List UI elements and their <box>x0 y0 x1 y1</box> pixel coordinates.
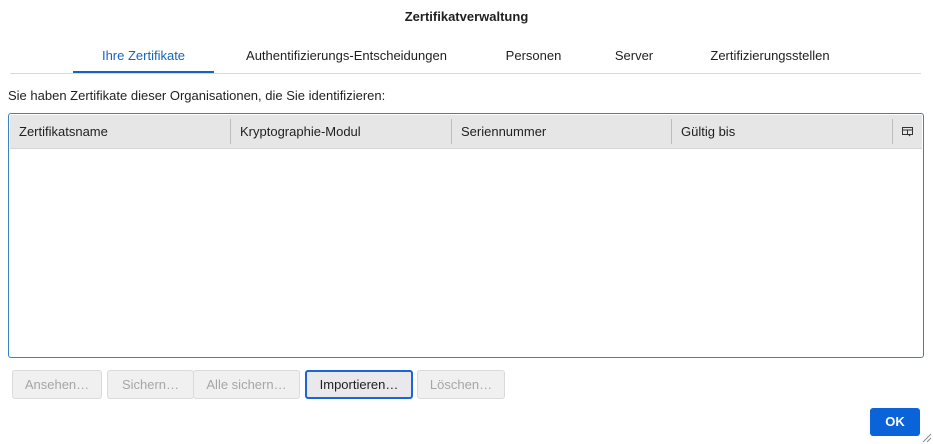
column-header-gueltig-bis[interactable]: Gültig bis <box>672 115 892 148</box>
backup-all-button[interactable]: Alle sichern… <box>193 370 300 399</box>
ok-button[interactable]: OK <box>870 408 920 436</box>
import-button[interactable]: Importieren… <box>305 370 413 399</box>
column-picker-icon[interactable] <box>892 115 922 148</box>
table-body[interactable] <box>10 149 922 356</box>
view-button[interactable]: Ansehen… <box>12 370 102 399</box>
tab-bar: Ihre Zertifikate Authentifizierungs-Ents… <box>10 38 921 74</box>
column-header-kryptographie-modul[interactable]: Kryptographie-Modul <box>231 115 451 148</box>
certificate-tree[interactable]: Zertifikatsname Kryptographie-Modul Seri… <box>8 113 924 358</box>
tab-server[interactable]: Server <box>606 38 662 71</box>
column-header-zertifikatsname[interactable]: Zertifikatsname <box>10 115 230 148</box>
backup-button[interactable]: Sichern… <box>107 370 194 399</box>
dialog-title: Zertifikatverwaltung <box>404 9 529 24</box>
tab-authentifizierungs-entscheidungen[interactable]: Authentifizierungs-Entscheidungen <box>232 38 461 71</box>
column-header-seriennummer[interactable]: Seriennummer <box>452 115 671 148</box>
table-header: Zertifikatsname Kryptographie-Modul Seri… <box>10 115 922 149</box>
tab-zertifizierungsstellen[interactable]: Zertifizierungsstellen <box>698 38 842 71</box>
tab-personen[interactable]: Personen <box>497 38 570 71</box>
delete-button[interactable]: Löschen… <box>417 370 505 399</box>
certificate-manager-dialog: Zertifikatverwaltung Ihre Zertifikate Au… <box>0 0 933 444</box>
intro-text: Sie haben Zertifikate dieser Organisatio… <box>8 88 386 103</box>
resize-grip-icon[interactable] <box>920 431 932 443</box>
tab-ihre-zertifikate[interactable]: Ihre Zertifikate <box>73 38 214 73</box>
